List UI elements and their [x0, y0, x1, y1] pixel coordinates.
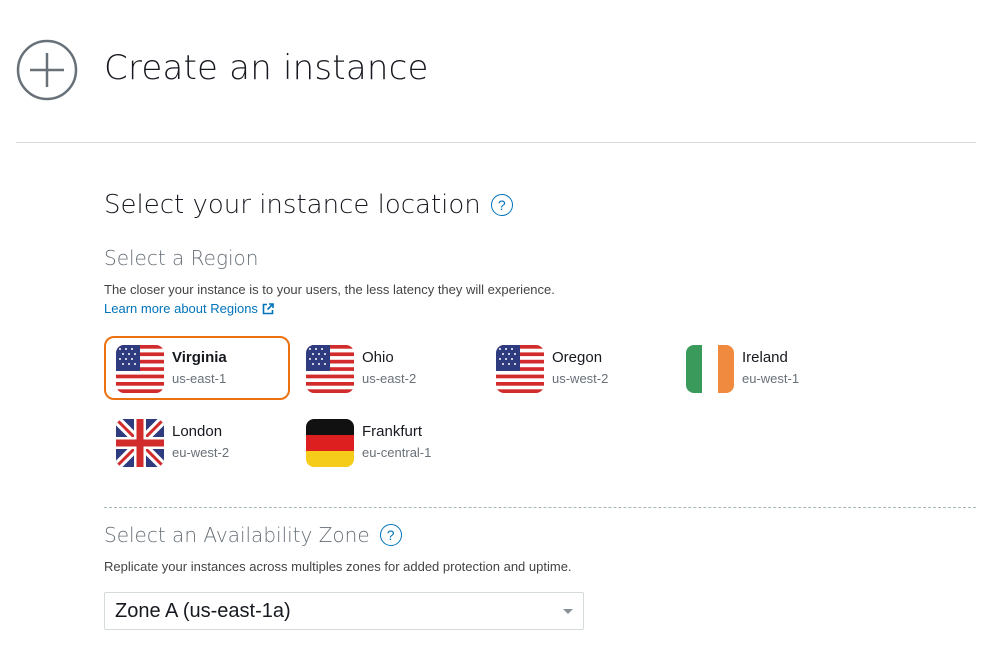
page-header: Create an instance	[0, 0, 993, 143]
us-flag-icon	[116, 345, 164, 393]
region-name: Oregon	[552, 349, 603, 366]
region-card-ireland[interactable]: Ireland eu-west-1	[674, 336, 860, 400]
region-card-frankfurt[interactable]: Frankfurt eu-central-1	[294, 410, 480, 474]
zone-title-text: Select an Availability Zone	[104, 523, 370, 547]
section-divider	[104, 507, 976, 508]
region-code: us-east-2	[362, 371, 417, 386]
region-code: eu-west-2	[172, 445, 230, 460]
us-flag-icon	[496, 345, 544, 393]
zone-select-value: Zone A (us-east-1a)	[115, 599, 291, 622]
zone-description: Replicate your instances across multiple…	[104, 559, 572, 574]
region-code: us-west-2	[552, 371, 609, 386]
region-title: Select a Region	[104, 246, 259, 270]
zone-section-title: Select an Availability Zone ?	[104, 523, 402, 547]
header-divider	[16, 142, 976, 143]
us-flag-icon	[306, 345, 354, 393]
location-help-icon[interactable]: ?	[490, 194, 513, 216]
region-name: Virginia	[172, 349, 227, 366]
region-code: us-east-1	[172, 371, 227, 386]
external-link-icon	[262, 302, 274, 314]
availability-zone-select[interactable]: Zone A (us-east-1a)	[104, 592, 584, 630]
page-title: Create an instance	[104, 48, 429, 88]
region-name: London	[172, 423, 223, 440]
region-card-london[interactable]: London eu-west-2	[104, 410, 290, 474]
region-card-virginia[interactable]: Virginia us-east-1	[104, 336, 290, 400]
region-name: Frankfurt	[362, 423, 423, 440]
plus-circle-icon	[16, 39, 78, 101]
region-card-ohio[interactable]: Ohio us-east-2	[294, 336, 480, 400]
uk-flag-icon	[116, 419, 164, 467]
region-card-oregon[interactable]: Oregon us-west-2	[484, 336, 670, 400]
region-description: The closer your instance is to your user…	[104, 282, 555, 297]
region-name: Ireland	[742, 349, 788, 366]
location-title-text: Select your instance location	[104, 190, 481, 220]
ireland-flag-icon	[686, 345, 734, 393]
region-code: eu-west-1	[742, 371, 800, 386]
germany-flag-icon	[306, 419, 354, 467]
location-section-title: Select your instance location ?	[104, 190, 513, 220]
chevron-down-icon	[563, 609, 573, 614]
learn-more-label: Learn more about Regions	[104, 301, 258, 316]
learn-more-regions-link[interactable]: Learn more about Regions	[104, 301, 274, 316]
region-name: Ohio	[362, 349, 394, 366]
region-code: eu-central-1	[362, 445, 432, 460]
zone-help-icon[interactable]: ?	[379, 524, 402, 546]
